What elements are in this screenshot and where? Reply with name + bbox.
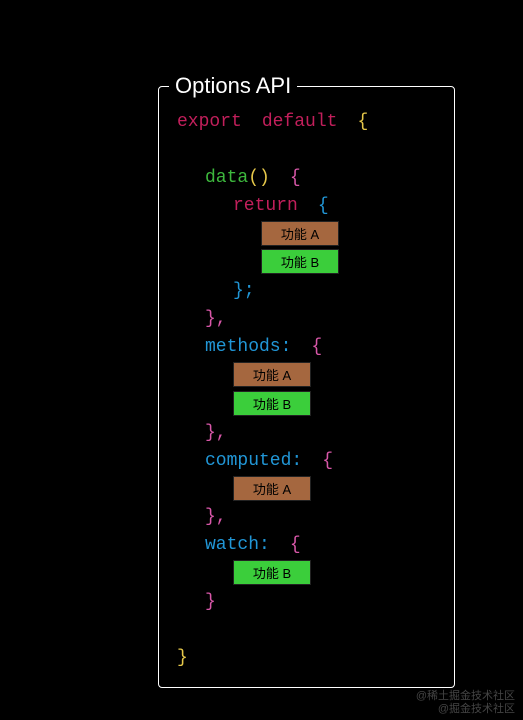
code-block: export default { data() { return { 功能 A 功能 B… xyxy=(177,109,368,673)
keyword-export: export xyxy=(177,112,242,132)
watermark: @稀土掘金技术社区 @掘金技术社区 xyxy=(416,690,515,716)
feature-b-tag: 功能 B xyxy=(261,249,339,274)
line-watch: watch: { xyxy=(177,532,368,560)
keyword-return: return xyxy=(233,196,298,216)
line-root-close: } xyxy=(177,645,368,673)
feature-b-tag: 功能 B xyxy=(233,391,311,416)
brace-open: { xyxy=(318,196,329,216)
prop-watch: watch: xyxy=(205,535,270,555)
brace-close-comma: }, xyxy=(205,309,227,329)
keyword-default: default xyxy=(262,112,338,132)
prop-methods: methods: xyxy=(205,337,291,357)
brace-close-comma: }, xyxy=(205,423,227,443)
brace-open: { xyxy=(290,168,301,188)
feature-a-tag: 功能 A xyxy=(261,221,339,246)
methods-tags: 功能 B xyxy=(177,391,368,420)
blank-line xyxy=(177,617,368,645)
feature-b-tag: 功能 B xyxy=(233,560,311,585)
watermark-line1: @稀土掘金技术社区 xyxy=(416,690,515,703)
line-return: return { xyxy=(177,193,368,221)
line-computed: computed: { xyxy=(177,448,368,476)
line-methods-close: }, xyxy=(177,420,368,448)
fn-data: data xyxy=(205,168,248,188)
feature-a-tag: 功能 A xyxy=(233,362,311,387)
line-data: data() { xyxy=(177,165,368,193)
brace-open: { xyxy=(290,535,301,555)
line-watch-close: } xyxy=(177,589,368,617)
brace-open: { xyxy=(311,337,322,357)
brace-open: { xyxy=(322,451,333,471)
blank-line xyxy=(177,137,368,165)
data-return-tags: 功能 A xyxy=(177,221,368,250)
brace-close-semi: }; xyxy=(233,281,255,301)
watch-tags: 功能 B xyxy=(177,560,368,589)
brace-close-comma: }, xyxy=(205,507,227,527)
line-methods: methods: { xyxy=(177,334,368,362)
brace-close: } xyxy=(205,592,216,612)
watermark-line2: @掘金技术社区 xyxy=(416,703,515,716)
methods-tags: 功能 A xyxy=(177,362,368,391)
line-computed-close: }, xyxy=(177,504,368,532)
computed-tags: 功能 A xyxy=(177,476,368,505)
panel-title: Options API xyxy=(169,73,297,99)
line-data-close: }, xyxy=(177,306,368,334)
brace-close: } xyxy=(177,648,188,668)
line-export: export default { xyxy=(177,109,368,137)
brace-open: { xyxy=(357,112,368,132)
data-return-tags: 功能 B xyxy=(177,249,368,278)
prop-computed: computed: xyxy=(205,451,302,471)
options-api-panel: Options API exportdefault{ data(){ retur… xyxy=(158,86,455,688)
parens: () xyxy=(248,168,270,188)
feature-a-tag: 功能 A xyxy=(233,476,311,501)
line-return-close: }; xyxy=(177,278,368,306)
